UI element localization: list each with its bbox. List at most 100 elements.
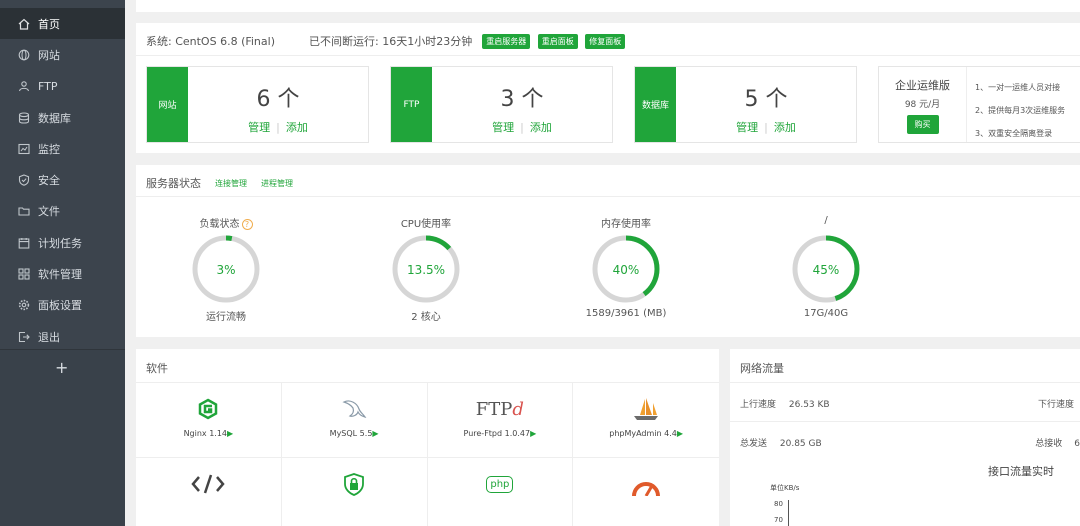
play-arrow-icon: ▶: [676, 429, 684, 438]
process-manage-link[interactable]: 进程管理: [261, 178, 293, 189]
ftp-count: 3 个: [500, 87, 544, 112]
sidebar-item-label: 数据库: [38, 111, 71, 125]
card-label: FTP: [391, 67, 432, 142]
gauge-value: 3%: [216, 263, 235, 277]
sidebar-item-5[interactable]: 安全: [0, 164, 125, 195]
y-tick-label: 80: [774, 500, 783, 508]
software-item[interactable]: php: [428, 458, 574, 526]
play-arrow-icon: ▶: [530, 429, 537, 438]
divider: [730, 382, 1080, 383]
software-name: Pure-Ftpd 1.0.47: [463, 429, 531, 438]
play-arrow-icon: ▶: [227, 429, 234, 438]
add-ftp-link[interactable]: 添加: [530, 121, 552, 134]
calendar-icon: [18, 237, 30, 249]
network-title: 网络流量: [740, 362, 784, 375]
gauge-value: 45%: [813, 263, 840, 277]
sidebar-item-10[interactable]: 退出: [0, 321, 125, 352]
ftp-logo-icon: FTP d: [475, 398, 524, 420]
software-item-pureftpd[interactable]: FTP d Pure-Ftpd 1.0.47▶: [427, 383, 574, 458]
sidebar-item-9[interactable]: 面板设置: [0, 290, 125, 321]
software-name: phpMyAdmin 4.4: [609, 429, 677, 438]
software-item-phpmyadmin[interactable]: phpMyAdmin 4.4▶: [573, 383, 719, 458]
manage-ftp-link[interactable]: 管理: [492, 121, 514, 134]
sidebar-item-0[interactable]: 首页: [0, 8, 125, 40]
repair-panel-button[interactable]: 修复面板: [585, 33, 626, 49]
software-item[interactable]: [573, 458, 719, 526]
divider: [136, 196, 1080, 197]
nginx-logo-icon: [136, 397, 281, 421]
gauge-2[interactable]: 内存使用率 40% 1589/3961 (MB): [546, 215, 706, 319]
software-item-mysql[interactable]: MySQL 5.5▶: [281, 383, 428, 458]
sidebar-item-3[interactable]: 数据库: [0, 102, 125, 133]
server-status-title: 服务器状态: [146, 177, 201, 190]
software-name: Nginx 1.14: [183, 429, 228, 438]
add-database-link[interactable]: 添加: [774, 121, 796, 134]
restart-panel-button[interactable]: 重启面板: [537, 33, 578, 49]
card-label: 网站: [147, 67, 188, 142]
add-site-link[interactable]: 添加: [286, 121, 308, 134]
sidebar-item-7[interactable]: 计划任务: [0, 227, 125, 258]
grid-icon: [18, 268, 30, 280]
sidebar-item-4[interactable]: 监控: [0, 133, 125, 164]
buy-button[interactable]: 购买: [906, 115, 939, 134]
gauge-title: 内存使用率: [601, 219, 651, 230]
sidebar-item-2[interactable]: FTP: [0, 71, 125, 102]
gauge-value: 40%: [613, 263, 640, 277]
restart-server-button[interactable]: 重启服务器: [482, 33, 531, 49]
up-speed-value: 26.53 KB: [788, 400, 830, 410]
software-item[interactable]: [136, 458, 282, 526]
ftp-card: FTP 3 个 管理 | 添加: [390, 66, 613, 143]
database-card: 数据库 5 个 管理 | 添加: [634, 66, 857, 143]
chart-unit-label: 单位KB/s: [770, 484, 800, 492]
software-item-nginx[interactable]: Nginx 1.14▶: [136, 383, 282, 458]
uptime-text: 已不间断运行: 16天1小时23分钟: [309, 35, 473, 48]
gauge-ring: 13.5%: [392, 235, 460, 303]
software-grid: Nginx 1.14▶ MySQL 5.5▶ FTP d Pure-Ftpd 1.…: [136, 382, 719, 526]
mysql-dolphin-icon: [282, 397, 427, 421]
os-text: 系统: CentOS 6.8 (Final): [146, 35, 275, 48]
sidebar-item-label: 文件: [38, 205, 60, 219]
sidebar-item-8[interactable]: 软件管理: [0, 258, 125, 289]
gauge-3[interactable]: / 45% 17G/40G: [746, 215, 906, 319]
breadcrumb-bar: [136, 0, 1080, 12]
lock-icon: [282, 472, 427, 496]
manage-database-link[interactable]: 管理: [736, 121, 758, 134]
plan-features: 1、一对一运维人员对接 2、提供每月3次运维服务 3、双重安全隔离登录: [975, 76, 1065, 145]
sidebar-item-label: 安全: [38, 174, 60, 188]
gauge-1[interactable]: CPU使用率 13.5% 2 核心: [346, 215, 506, 323]
server-status-panel: 服务器状态 连接管理 进程管理 负载状态? 3% 运行流畅 CPU使用率 13.5% 2 …: [136, 165, 1080, 337]
divider: [136, 55, 1080, 56]
sailboat-icon: [573, 397, 719, 421]
plan-price: 98 元/月: [904, 100, 941, 110]
software-item[interactable]: [282, 458, 428, 526]
manage-sites-link[interactable]: 管理: [248, 121, 270, 134]
add-shortcut-button[interactable]: +: [55, 358, 68, 377]
traffic-chart-title: 接口流量实时: [988, 465, 1054, 478]
help-icon[interactable]: ?: [241, 219, 253, 230]
down-speed-label: 下行速度: [1037, 400, 1074, 410]
software-title: 软件: [146, 362, 168, 375]
logout-icon: [18, 331, 30, 343]
software-name: MySQL 5.5: [329, 429, 373, 438]
play-arrow-icon: ▶: [372, 429, 379, 438]
chart-y-axis: [788, 500, 789, 526]
shield-icon: [18, 174, 30, 186]
software-panel: 软件 Nginx 1.14▶ MySQL 5.5▶ FTP d Pure-Ftpd…: [136, 349, 719, 526]
total-sent-label: 总发送: [740, 439, 768, 449]
sidebar-item-6[interactable]: 文件: [0, 196, 125, 227]
card-label: 数据库: [635, 67, 676, 142]
gauge-0[interactable]: 负载状态? 3% 运行流畅: [146, 215, 306, 323]
feature-item: 1、一对一运维人员对接: [975, 83, 1061, 92]
sidebar-item-label: 首页: [38, 17, 60, 31]
database-icon: [18, 111, 30, 124]
sidebar-item-label: 软件管理: [38, 268, 82, 282]
code-icon: [136, 472, 281, 496]
sites-card: 网站 6 个 管理 | 添加: [146, 66, 369, 143]
up-speed-label: 上行速度: [740, 400, 777, 410]
sidebar-item-label: 计划任务: [38, 236, 82, 250]
sidebar-item-label: 监控: [38, 142, 60, 156]
sidebar-item-1[interactable]: 网站: [0, 39, 125, 70]
connection-manage-link[interactable]: 连接管理: [215, 178, 247, 189]
database-count: 5 个: [744, 87, 788, 112]
gauge-ring: 40%: [592, 235, 660, 303]
